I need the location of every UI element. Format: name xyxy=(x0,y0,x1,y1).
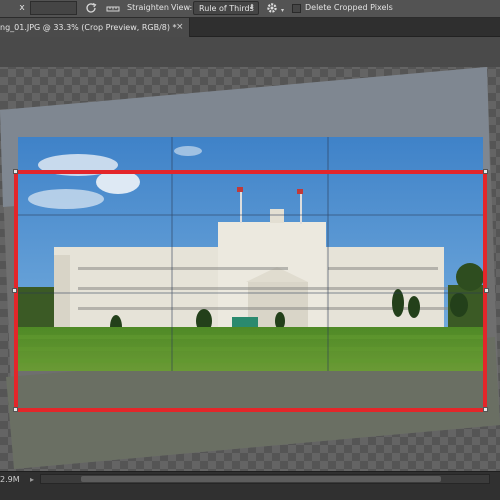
crop-box[interactable] xyxy=(14,170,487,412)
scrollbar-thumb[interactable] xyxy=(81,476,441,482)
gear-caret-icon[interactable]: ▾ xyxy=(281,7,284,14)
crop-handle-bl[interactable] xyxy=(13,407,18,412)
close-icon[interactable]: × xyxy=(176,22,184,32)
select-arrow-icon: ⬍ xyxy=(249,3,255,11)
delete-cropped-checkbox[interactable] xyxy=(292,4,301,13)
crop-height-input[interactable] xyxy=(30,1,77,15)
document-size: 2.9M xyxy=(0,475,20,484)
crop-handle-br[interactable] xyxy=(483,407,488,412)
document-tab[interactable]: ng_01.JPG @ 33.3% (Crop Preview, RGB/8) … xyxy=(0,18,190,37)
view-label: View: xyxy=(171,3,193,12)
crop-handle-tr[interactable] xyxy=(483,169,488,174)
document-tab-title: ng_01.JPG @ 33.3% (Crop Preview, RGB/8) … xyxy=(0,23,177,32)
crop-handle-tl[interactable] xyxy=(13,169,18,174)
view-overlay-select[interactable]: Rule of Thirds ⬍ xyxy=(193,1,259,15)
canvas-area[interactable] xyxy=(0,37,500,471)
straighten-ruler-icon[interactable] xyxy=(106,2,120,14)
horizontal-scrollbar[interactable] xyxy=(40,474,490,484)
options-bar: x Straighten View: Rule of Thirds ⬍ ▾ De… xyxy=(0,0,500,18)
delete-cropped-label[interactable]: Delete Cropped Pixels xyxy=(305,3,393,12)
view-overlay-value: Rule of Thirds xyxy=(199,4,254,13)
crop-handle-left[interactable] xyxy=(12,288,17,293)
status-menu-arrow-icon[interactable]: ▸ xyxy=(30,475,34,484)
straighten-label[interactable]: Straighten xyxy=(127,3,169,12)
crop-handle-right[interactable] xyxy=(484,288,489,293)
status-bar: 2.9M ▸ xyxy=(0,471,500,500)
swap-dimensions-button[interactable]: x xyxy=(16,2,28,14)
reset-icon[interactable] xyxy=(84,1,98,15)
document-tab-strip: ng_01.JPG @ 33.3% (Crop Preview, RGB/8) … xyxy=(0,18,500,37)
gear-icon[interactable] xyxy=(265,1,279,15)
cloud xyxy=(174,146,202,156)
